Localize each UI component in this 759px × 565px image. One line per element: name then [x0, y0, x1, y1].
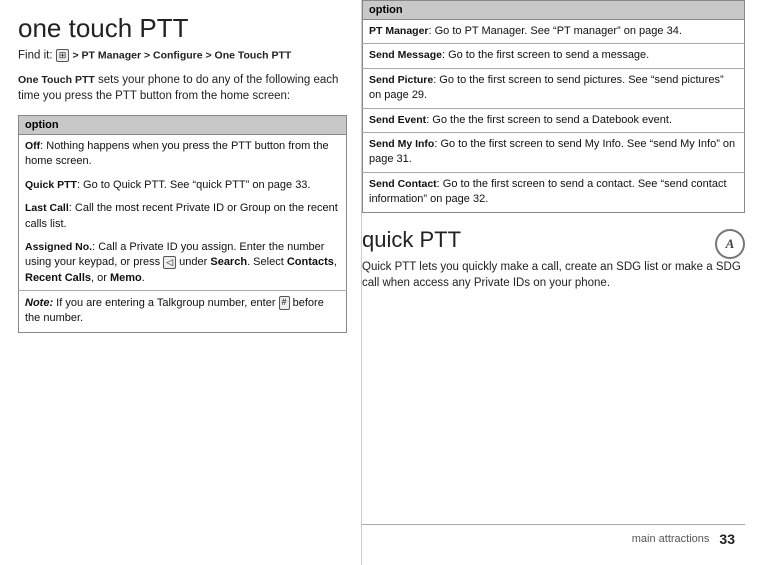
table-row: Last Call: Call the most recent Private … — [19, 197, 347, 236]
table-row: Assigned No.: Call a Private ID you assi… — [19, 236, 347, 291]
table-row: Quick PTT: Go to Quick PTT. See “quick P… — [19, 174, 347, 197]
term-quickptt: Quick PTT — [25, 179, 77, 191]
term-sendpicture: Send Picture — [369, 74, 433, 86]
find-it-label: Find it: — [18, 49, 53, 61]
search-key-icon: ◁ — [163, 256, 176, 270]
quick-ptt-description: Quick PTT lets you quickly make a call, … — [362, 259, 745, 292]
left-option-table: option Off: Nothing happens when you pre… — [18, 115, 347, 333]
term-assignedno: Assigned No. — [25, 241, 92, 253]
recent-calls-label: Recent Calls — [25, 272, 91, 284]
term-off: Off — [25, 140, 40, 152]
intro-text: One Touch PTT sets your phone to do any … — [18, 72, 347, 105]
table-row: Send My Info: Go to the first screen to … — [363, 132, 745, 172]
find-it-path: > PT Manager > Configure > One Touch PTT — [72, 49, 291, 61]
footer: main attractions 33 — [362, 524, 745, 551]
memo-label: Memo — [110, 272, 142, 284]
table-row: Send Contact: Go to the first screen to … — [363, 172, 745, 212]
right-column: option PT Manager: Go to PT Manager. See… — [362, 0, 759, 565]
note-label: Note: — [25, 297, 53, 309]
term-lastcall: Last Call — [25, 202, 69, 214]
table-row: Send Event: Go the the first screen to s… — [363, 108, 745, 132]
term-sendmessage: Send Message — [369, 49, 442, 61]
table-row: Off: Nothing happens when you press the … — [19, 134, 347, 173]
left-table-header: option — [19, 115, 347, 134]
table-row: PT Manager: Go to PT Manager. See “PT ma… — [363, 20, 745, 44]
search-label: Search — [210, 256, 247, 268]
term-sendcontact: Send Contact — [369, 178, 437, 190]
note-row: Note: If you are entering a Talkgroup nu… — [19, 291, 347, 333]
table-row: Send Message: Go to the first screen to … — [363, 44, 745, 68]
footer-section-label: main attractions — [632, 533, 710, 545]
quick-ptt-icon: A — [715, 229, 745, 259]
footer-page-number: 33 — [719, 531, 735, 547]
table-row: Send Picture: Go to the first screen to … — [363, 68, 745, 108]
right-option-table: option PT Manager: Go to PT Manager. See… — [362, 0, 745, 213]
right-wrapper: option PT Manager: Go to PT Manager. See… — [362, 0, 745, 551]
quick-ptt-title: quick PTT — [362, 227, 461, 253]
find-it-line: Find it: ⊞ > PT Manager > Configure > On… — [18, 49, 347, 62]
intro-term: One Touch PTT — [18, 74, 95, 86]
right-table-header: option — [363, 1, 745, 20]
quick-ptt-section: quick PTT A Quick PTT lets you quickly m… — [362, 227, 745, 524]
term-sendmyinfo: Send My Info — [369, 138, 434, 150]
term-ptmanager: PT Manager — [369, 25, 429, 37]
contacts-label: Contacts — [287, 256, 334, 268]
page-title: one touch PTT — [18, 14, 347, 43]
quick-ptt-header: quick PTT A — [362, 227, 745, 259]
left-column: one touch PTT Find it: ⊞ > PT Manager > … — [0, 0, 362, 565]
term-sendevent: Send Event — [369, 114, 426, 126]
menu-icon: ⊞ — [56, 49, 70, 62]
hash-key-icon: # — [279, 296, 290, 310]
